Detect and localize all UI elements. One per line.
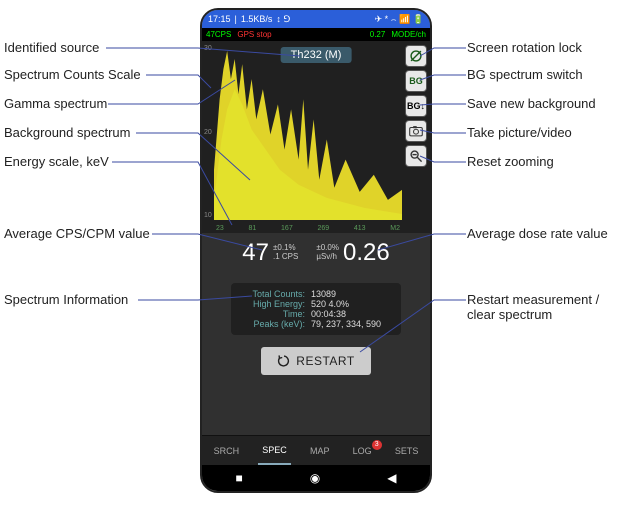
tab-spectrum[interactable]: SPEC <box>258 437 291 465</box>
ann-restart: Restart measurement / clear spectrum <box>467 292 599 322</box>
app-screen: 17:15 | 1.5KB/s ↕ ⅁ ✈ * ⌢ 📶 🔋 47CPS GPS … <box>202 10 430 491</box>
ann-counts-scale: Spectrum Counts Scale <box>4 67 141 82</box>
nav-back-icon[interactable]: ◀ <box>387 471 396 485</box>
dose-value: 0.26 <box>343 239 390 267</box>
phone-frame: 17:15 | 1.5KB/s ↕ ⅁ ✈ * ⌢ 📶 🔋 47CPS GPS … <box>200 8 432 493</box>
nav-recent-icon[interactable]: ■ <box>236 471 243 485</box>
ann-bg-spectrum: Background spectrum <box>4 125 130 140</box>
info-high-energy: 520 4.0% <box>311 299 349 309</box>
gps-mode: MODE/ch <box>391 30 426 39</box>
statusbar: 17:15 | 1.5KB/s ↕ ⅁ ✈ * ⌢ 📶 🔋 <box>202 10 430 28</box>
tab-log[interactable]: LOG3 <box>349 438 376 464</box>
tab-search[interactable]: SRCH <box>210 438 244 464</box>
ann-avg-dose: Average dose rate value <box>467 226 608 241</box>
gps-bar: 47CPS GPS stop 0.27 MODE/ch <box>202 28 430 41</box>
ann-energy-scale: Energy scale, keV <box>4 154 109 169</box>
bg-switch-button[interactable]: BG <box>405 70 427 92</box>
info-peaks: 79, 237, 334, 590 <box>311 319 381 329</box>
restart-icon <box>277 354 291 368</box>
dose-detail: ±0.0% µSv/h <box>316 244 339 262</box>
cps-value: 47 <box>242 239 269 267</box>
gps-dose: 0.27 <box>370 30 386 39</box>
identified-source[interactable]: Th232 (M) <box>281 47 352 63</box>
gps-stop: GPS stop <box>237 30 271 39</box>
spectrum-area <box>214 49 402 220</box>
metrics-row: 47 ±0.1% .1 CPS ±0.0% µSv/h 0.26 <box>202 233 430 273</box>
status-icons-right: ✈ * ⌢ 📶 🔋 <box>375 14 424 25</box>
spectrum-chart[interactable]: 30 20 10 23 81 167 269 413 M2 Th232 (M) <box>202 41 430 233</box>
info-total-counts: 13089 <box>311 289 336 299</box>
log-badge: 3 <box>372 440 382 450</box>
ann-picture: Take picture/video <box>467 125 572 140</box>
gamma-spectrum <box>214 51 402 220</box>
spectrum-info: Total Counts:13089 High Energy:520 4.0% … <box>231 283 401 335</box>
info-time: 00:04:38 <box>311 309 346 319</box>
system-nav: ■ ◉ ◀ <box>202 465 430 491</box>
energy-scale: 23 81 167 269 413 M2 <box>216 225 400 232</box>
gps-cps: 47CPS <box>206 30 231 39</box>
ann-bg-switch: BG spectrum switch <box>467 67 583 82</box>
ann-reset-zoom: Reset zooming <box>467 154 554 169</box>
bottom-tabs: SRCH SPEC MAP LOG3 SETS <box>202 435 430 465</box>
cps-detail: ±0.1% .1 CPS <box>273 244 298 262</box>
nav-home-icon[interactable]: ◉ <box>310 471 320 485</box>
counts-scale: 30 20 10 <box>204 45 212 219</box>
ann-save-bg: Save new background <box>467 96 596 111</box>
restart-button[interactable]: RESTART <box>261 347 371 375</box>
reset-zoom-button[interactable] <box>405 145 427 167</box>
ann-identified-source: Identified source <box>4 40 99 55</box>
restart-label: RESTART <box>296 354 354 368</box>
ann-gamma: Gamma spectrum <box>4 96 107 111</box>
camera-button[interactable] <box>405 120 427 142</box>
status-net: 1.5KB/s <box>241 14 273 24</box>
tab-settings[interactable]: SETS <box>391 438 423 464</box>
save-bg-button[interactable]: BG↓ <box>405 95 427 117</box>
ann-rotation-lock: Screen rotation lock <box>467 40 582 55</box>
chart-toolbar: BG BG↓ <box>405 45 427 167</box>
tab-map[interactable]: MAP <box>306 438 334 464</box>
ann-avg-cps: Average CPS/CPM value <box>4 226 150 241</box>
rotation-lock-button[interactable] <box>405 45 427 67</box>
ann-spec-info: Spectrum Information <box>4 292 128 307</box>
status-time: 17:15 <box>208 14 231 24</box>
status-icons-left: ↕ ⅁ <box>276 14 290 25</box>
